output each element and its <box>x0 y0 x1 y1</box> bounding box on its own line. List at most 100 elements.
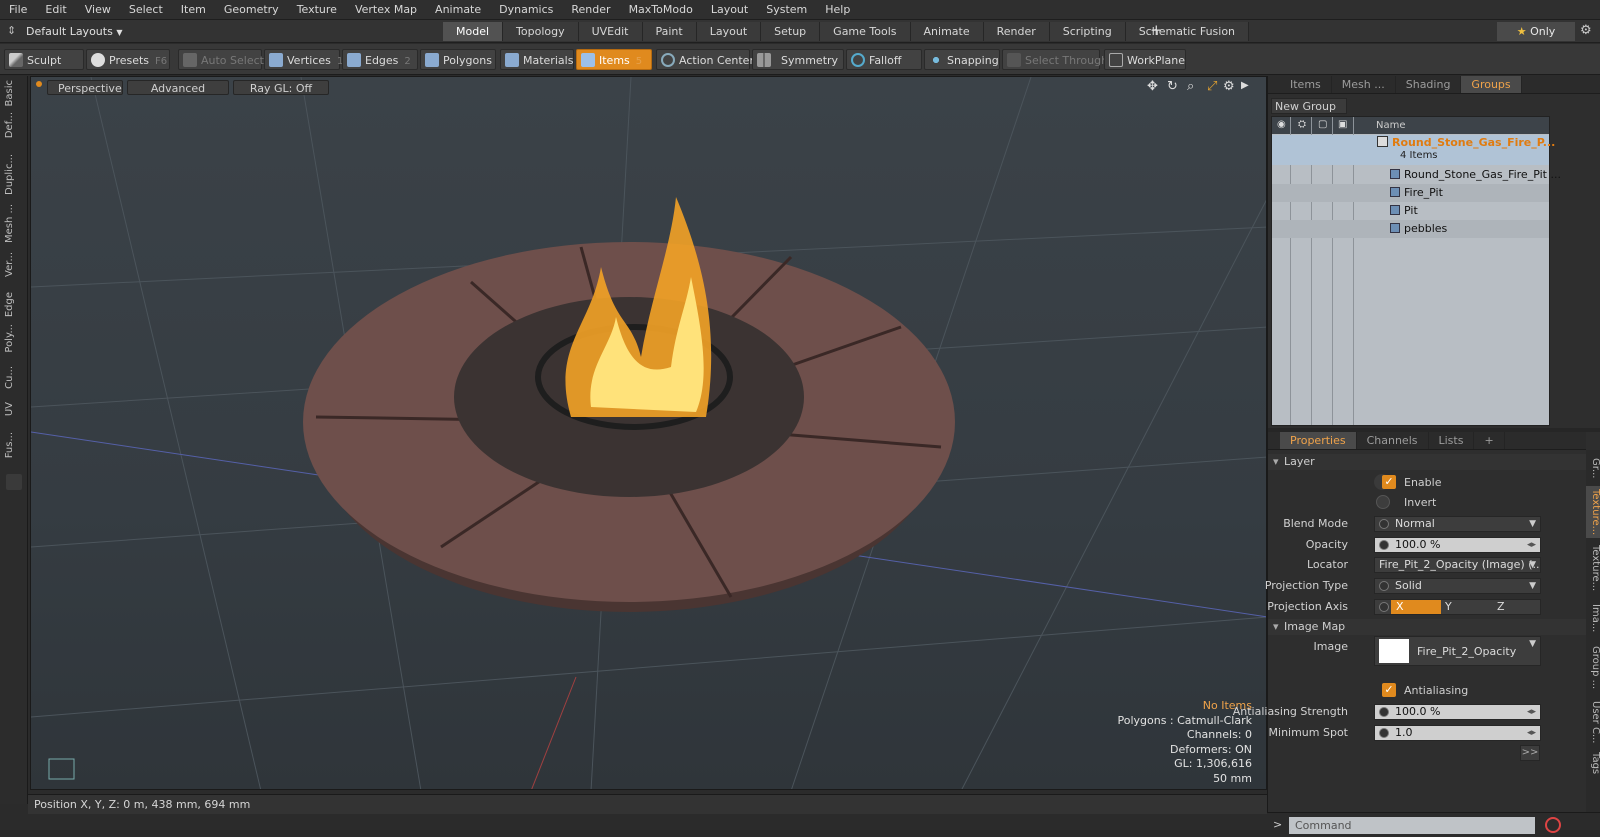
min-spot-field[interactable]: 1.0 ◂▸ <box>1374 725 1541 741</box>
left-tab-expand-button[interactable] <box>6 474 22 490</box>
stepper-icon[interactable]: ◂▸ <box>1527 726 1536 740</box>
left-tab-3[interactable]: Mesh ... <box>4 204 24 243</box>
axis-z-button[interactable]: Z <box>1497 600 1505 614</box>
record-icon[interactable] <box>1545 817 1561 833</box>
viewport-gear-icon[interactable]: ⚙ <box>1223 79 1235 94</box>
edges-button[interactable]: Edges 2 <box>342 49 418 70</box>
left-tab-0[interactable]: Basic <box>4 80 24 106</box>
menu-item-dynamics[interactable]: Dynamics <box>490 0 562 20</box>
menu-item-item[interactable]: Item <box>172 0 215 20</box>
command-input[interactable]: Command <box>1289 817 1535 834</box>
menu-item-view[interactable]: View <box>76 0 120 20</box>
side-tab-1[interactable]: Texture... <box>1586 486 1600 538</box>
menu-item-system[interactable]: System <box>757 0 816 20</box>
advanced-button[interactable]: Advanced <box>127 80 229 95</box>
image-map-section[interactable]: Image Map <box>1268 619 1586 635</box>
viewport-expand-icon[interactable]: ▶ <box>1241 80 1249 91</box>
projection-type-dropdown[interactable]: Solid ▼ <box>1374 578 1541 594</box>
lock-icon[interactable]: ▢ <box>1318 119 1327 130</box>
snapping-button[interactable]: Snapping <box>924 49 1000 70</box>
tab-render[interactable]: Render <box>983 22 1050 41</box>
table-row[interactable]: Fire_Pit <box>1272 184 1549 202</box>
side-tab-4[interactable]: Group ... <box>1586 642 1600 694</box>
left-tab-1[interactable]: Def... <box>4 112 24 138</box>
menu-item-maxtomodo[interactable]: MaxToModo <box>620 0 702 20</box>
add-tab-button[interactable]: + <box>1150 21 1163 39</box>
prop-tab-channels[interactable]: Channels <box>1357 432 1429 449</box>
stepper-icon[interactable]: ◂▸ <box>1527 705 1536 719</box>
viewport-menu-dot[interactable] <box>36 81 42 87</box>
select-through-button[interactable]: Select Through <box>1002 49 1108 70</box>
action-center-button[interactable]: Action Center <box>656 49 754 70</box>
tab-uvedit[interactable]: UVEdit <box>578 22 643 41</box>
enable-checkbox[interactable]: ✓ <box>1382 475 1396 489</box>
tab-topology[interactable]: Topology <box>503 22 579 41</box>
layer-section[interactable]: Layer <box>1268 454 1586 470</box>
left-tab-4[interactable]: Ver... <box>4 252 24 277</box>
items-button[interactable]: Items 5 <box>576 49 652 70</box>
tab-setup[interactable]: Setup <box>761 22 821 41</box>
menu-item-animate[interactable]: Animate <box>426 0 490 20</box>
materials-button[interactable]: Materials <box>500 49 574 70</box>
menu-item-select[interactable]: Select <box>120 0 172 20</box>
render-icon[interactable]: ⛭ <box>1298 119 1306 130</box>
axis-y-button[interactable]: Y <box>1445 600 1452 614</box>
more-button[interactable]: >> <box>1520 745 1540 761</box>
tab-model[interactable]: Model <box>443 22 504 41</box>
left-tab-6[interactable]: Poly... <box>4 324 24 353</box>
table-row[interactable]: pebbles <box>1272 220 1549 238</box>
opacity-field[interactable]: 100.0 % ◂▸ <box>1374 537 1541 553</box>
image-selector[interactable]: Fire_Pit_2_Opacity ▼ <box>1374 636 1541 666</box>
perspective-button[interactable]: Perspective <box>47 80 123 95</box>
invert-checkbox[interactable] <box>1376 495 1390 509</box>
gear-icon[interactable]: ⚙ <box>1580 23 1592 38</box>
workplane-button[interactable]: WorkPlane <box>1104 49 1186 70</box>
tab-paint[interactable]: Paint <box>642 22 697 41</box>
rotate-view-icon[interactable]: ↻ <box>1167 79 1178 94</box>
left-tab-5[interactable]: Edge <box>4 292 24 317</box>
locator-dropdown[interactable]: Fire_Pit_2_Opacity (Image) (... ▼ <box>1374 557 1541 573</box>
tab-game-tools[interactable]: Game Tools <box>820 22 911 41</box>
maximize-view-icon[interactable]: ⤢ <box>1207 79 1217 94</box>
3d-viewport[interactable]: Perspective Advanced Ray GL: Off ✥ ↻ ⌕ ⤢… <box>30 76 1267 790</box>
menu-item-vertex-map[interactable]: Vertex Map <box>346 0 426 20</box>
axis-x-button[interactable]: X <box>1391 600 1441 614</box>
symmetry-button[interactable]: Symmetry <box>752 49 844 70</box>
left-tab-8[interactable]: UV <box>4 402 24 416</box>
side-tab-5[interactable]: User C... <box>1586 698 1600 746</box>
antialiasing-checkbox[interactable]: ✓ <box>1382 683 1396 697</box>
side-tab-2[interactable]: Texture... <box>1586 542 1600 594</box>
select-icon[interactable]: ▣ <box>1338 119 1347 130</box>
visibility-eye-icon[interactable]: ◉ <box>1277 119 1286 130</box>
blend-mode-dropdown[interactable]: Normal ▼ <box>1374 516 1541 532</box>
menu-item-texture[interactable]: Texture <box>288 0 346 20</box>
only-button[interactable]: ★ Only <box>1497 22 1575 41</box>
left-tab-2[interactable]: Duplic... <box>4 154 24 195</box>
new-group-button[interactable]: New Group <box>1271 98 1347 114</box>
tab-animate[interactable]: Animate <box>910 22 984 41</box>
left-tab-7[interactable]: Cu... <box>4 366 24 389</box>
table-row[interactable]: Pit <box>1272 202 1549 220</box>
aa-strength-field[interactable]: 100.0 % ◂▸ <box>1374 704 1541 720</box>
prop-tab-lists[interactable]: Lists <box>1429 432 1475 449</box>
zoom-view-icon[interactable]: ⌕ <box>1187 79 1194 94</box>
menu-item-file[interactable]: File <box>0 0 36 20</box>
menu-item-help[interactable]: Help <box>816 0 859 20</box>
auto-select-button[interactable]: Auto Select <box>178 49 264 70</box>
panel-tab-items[interactable]: Items <box>1280 76 1332 93</box>
left-tab-9[interactable]: Fus... <box>4 432 24 458</box>
tab-layout[interactable]: Layout <box>696 22 762 41</box>
stepper-icon[interactable]: ◂▸ <box>1527 538 1536 552</box>
panel-tab-mesh[interactable]: Mesh ... <box>1332 76 1396 93</box>
move-view-icon[interactable]: ✥ <box>1147 79 1158 94</box>
add-prop-tab-button[interactable]: + <box>1474 432 1505 449</box>
panel-tab-groups[interactable]: Groups <box>1461 76 1522 93</box>
panel-tab-shading[interactable]: Shading <box>1396 76 1462 93</box>
layouts-dropdown[interactable]: Default Layouts ▼ <box>26 23 122 40</box>
layout-expand-icon[interactable]: ⇕ <box>7 24 16 37</box>
presets-button[interactable]: Presets F6 <box>86 49 170 70</box>
side-tab-6[interactable]: Tags <box>1586 750 1600 776</box>
table-row[interactable]: Round_Stone_Gas_Fire_Pit ... <box>1272 166 1561 184</box>
tab-schematic-fusion[interactable]: Schematic Fusion <box>1125 22 1250 41</box>
menu-item-geometry[interactable]: Geometry <box>215 0 288 20</box>
